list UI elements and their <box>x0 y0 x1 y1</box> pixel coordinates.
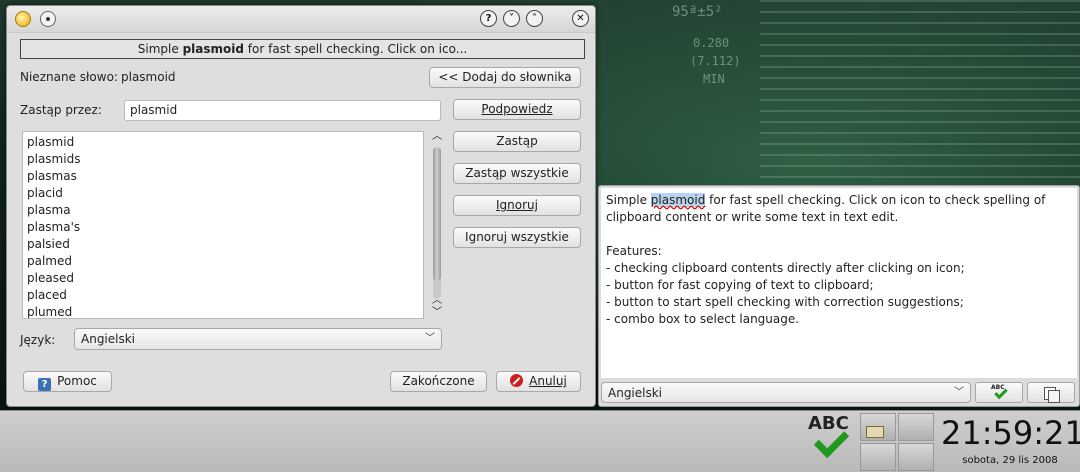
language-select[interactable]: Angielski ﹀ <box>74 328 442 350</box>
scroll-down-icon[interactable]: ﹀ <box>430 307 444 319</box>
scroll-up-icon[interactable]: ︿ <box>430 131 444 143</box>
suggest-button-label: Podpowiedz <box>481 102 553 116</box>
copy-to-clipboard-button[interactable] <box>1027 382 1075 403</box>
plasmoid-language-select[interactable]: Angielski ﹀ <box>601 382 971 403</box>
feature-item: - button to start spell checking with co… <box>606 295 964 309</box>
suggestion-item[interactable]: plumed <box>23 304 423 318</box>
wallpaper-text: MIN <box>703 72 725 86</box>
unknown-word-value: plasmoid <box>121 70 176 84</box>
suggestion-item[interactable]: placid <box>23 185 423 202</box>
hint-misspelled-word: plasmoid <box>182 42 244 56</box>
plasmoid-language-value: Angielski <box>608 386 663 400</box>
app-icon[interactable] <box>15 11 31 27</box>
spell-check-icon: ABC <box>990 384 1010 402</box>
feature-item: - checking clipboard contents directly a… <box>606 261 965 275</box>
ignore-button-label: Ignoruj <box>496 198 538 212</box>
features-heading: Features: <box>606 244 662 258</box>
cancel-button[interactable]: Anuluj <box>496 371 581 392</box>
wallpaper-text: 0.280 <box>693 36 730 50</box>
spell-check-button[interactable]: ABC <box>975 382 1023 403</box>
replace-button[interactable]: Zastąp <box>453 131 581 152</box>
misspelled-word[interactable]: plasmoid <box>650 193 706 207</box>
chevron-down-icon: ﹀ <box>954 387 964 398</box>
wallpaper-text: 95ª±5² <box>672 4 723 20</box>
desktop-4[interactable] <box>898 443 934 471</box>
spell-check-dialog: ? ˅ ˄ ✕ Simple plasmoid for fast spell c… <box>6 5 596 407</box>
suggestion-item[interactable]: plasmas <box>23 168 423 185</box>
taskbar: ABC 21:59:21 sobota, 29 lis 2008 <box>0 410 1080 472</box>
clock-time[interactable]: 21:59:21 <box>941 415 1080 451</box>
scroll-thumb[interactable] <box>433 147 441 281</box>
ignore-all-button[interactable]: Ignoruj wszystkie <box>453 227 581 248</box>
suggestion-item[interactable]: palsied <box>23 236 423 253</box>
replace-with-input[interactable]: plasmid <box>124 100 441 121</box>
features-list: - checking clipboard contents directly a… <box>606 260 1072 328</box>
clock-date: sobota, 29 lis 2008 <box>962 455 1058 466</box>
hint-prefix: Simple <box>137 42 183 56</box>
suggestion-item[interactable]: placed <box>23 287 423 304</box>
language-select-value: Angielski <box>81 332 136 346</box>
help-icon[interactable]: ? <box>480 10 497 27</box>
suggestion-item[interactable]: pleased <box>23 270 423 287</box>
ignore-button[interactable]: Ignoruj <box>453 195 581 216</box>
minimize-icon[interactable]: ˅ <box>503 10 520 27</box>
suggestion-item[interactable]: palmed <box>23 253 423 270</box>
suggestion-list[interactable]: plasmid plasmids plasmas placid plasma plasma… <box>22 131 424 319</box>
pin-icon[interactable] <box>40 11 56 27</box>
plasmoid-text-prefix: Simple <box>606 193 651 207</box>
plasmoid-text-edit[interactable]: Simple plasmoid for fast spell checking.… <box>601 188 1077 378</box>
window-thumbnail <box>866 426 884 438</box>
replace-all-button[interactable]: Zastąp wszystkie <box>453 163 581 184</box>
scroll-up-icon[interactable]: ︿ <box>430 295 444 307</box>
desktop-2[interactable] <box>898 413 934 441</box>
suggestion-item[interactable]: plasma <box>23 202 423 219</box>
help-button[interactable]: ? Pomoc <box>23 371 112 392</box>
plasmoid-paragraph: Simple plasmoid for fast spell checking.… <box>606 192 1072 226</box>
replace-with-label: Zastąp przez: <box>20 103 102 117</box>
add-to-dictionary-button[interactable]: << Dodaj do słownika <box>429 67 581 88</box>
close-icon[interactable]: ✕ <box>572 10 589 27</box>
wallpaper-text: (7.112) <box>690 54 741 68</box>
help-button-label: Pomoc <box>57 374 97 388</box>
desktop-1[interactable] <box>860 413 896 441</box>
dialog-titlebar[interactable]: ? ˅ ˄ ✕ <box>7 6 595 33</box>
suggestion-item[interactable]: plasmid <box>23 134 423 151</box>
desktop-3[interactable] <box>860 443 896 471</box>
finished-button[interactable]: Zakończone <box>390 371 487 392</box>
spellcheck-plasmoid: Simple plasmoid for fast spell checking.… <box>598 185 1080 407</box>
suggestion-item[interactable]: plasma's <box>23 219 423 236</box>
suggest-button[interactable]: Podpowiedz <box>453 99 581 120</box>
wallpaper-glyph-rows <box>760 0 1080 180</box>
help-book-icon: ? <box>38 378 52 391</box>
suggestion-scrollbar[interactable]: ︿ ︿ ﹀ <box>430 131 444 319</box>
desktop-pager <box>860 413 934 471</box>
plasmoid-blank-line <box>606 226 1072 243</box>
chevron-down-icon: ﹀ <box>425 333 435 344</box>
scroll-track[interactable] <box>433 147 441 299</box>
cancel-button-label: Anuluj <box>529 374 567 388</box>
feature-item: - combo box to select language. <box>606 312 800 326</box>
maximize-icon[interactable]: ˄ <box>526 10 543 27</box>
cancel-icon <box>510 374 524 387</box>
hint-suffix: for fast spell checking. Click on ico... <box>243 42 468 56</box>
suggestion-item[interactable]: plasmids <box>23 151 423 168</box>
language-label: Język: <box>20 333 56 347</box>
unknown-word-label: Nieznane słowo: <box>20 70 118 84</box>
copy-icon-back <box>1048 390 1060 403</box>
spellcheck-tray-icon[interactable]: ABC <box>806 413 854 463</box>
feature-item: - button for fast copying of text to cli… <box>606 278 874 292</box>
context-sentence: Simple plasmoid for fast spell checking.… <box>20 39 585 59</box>
